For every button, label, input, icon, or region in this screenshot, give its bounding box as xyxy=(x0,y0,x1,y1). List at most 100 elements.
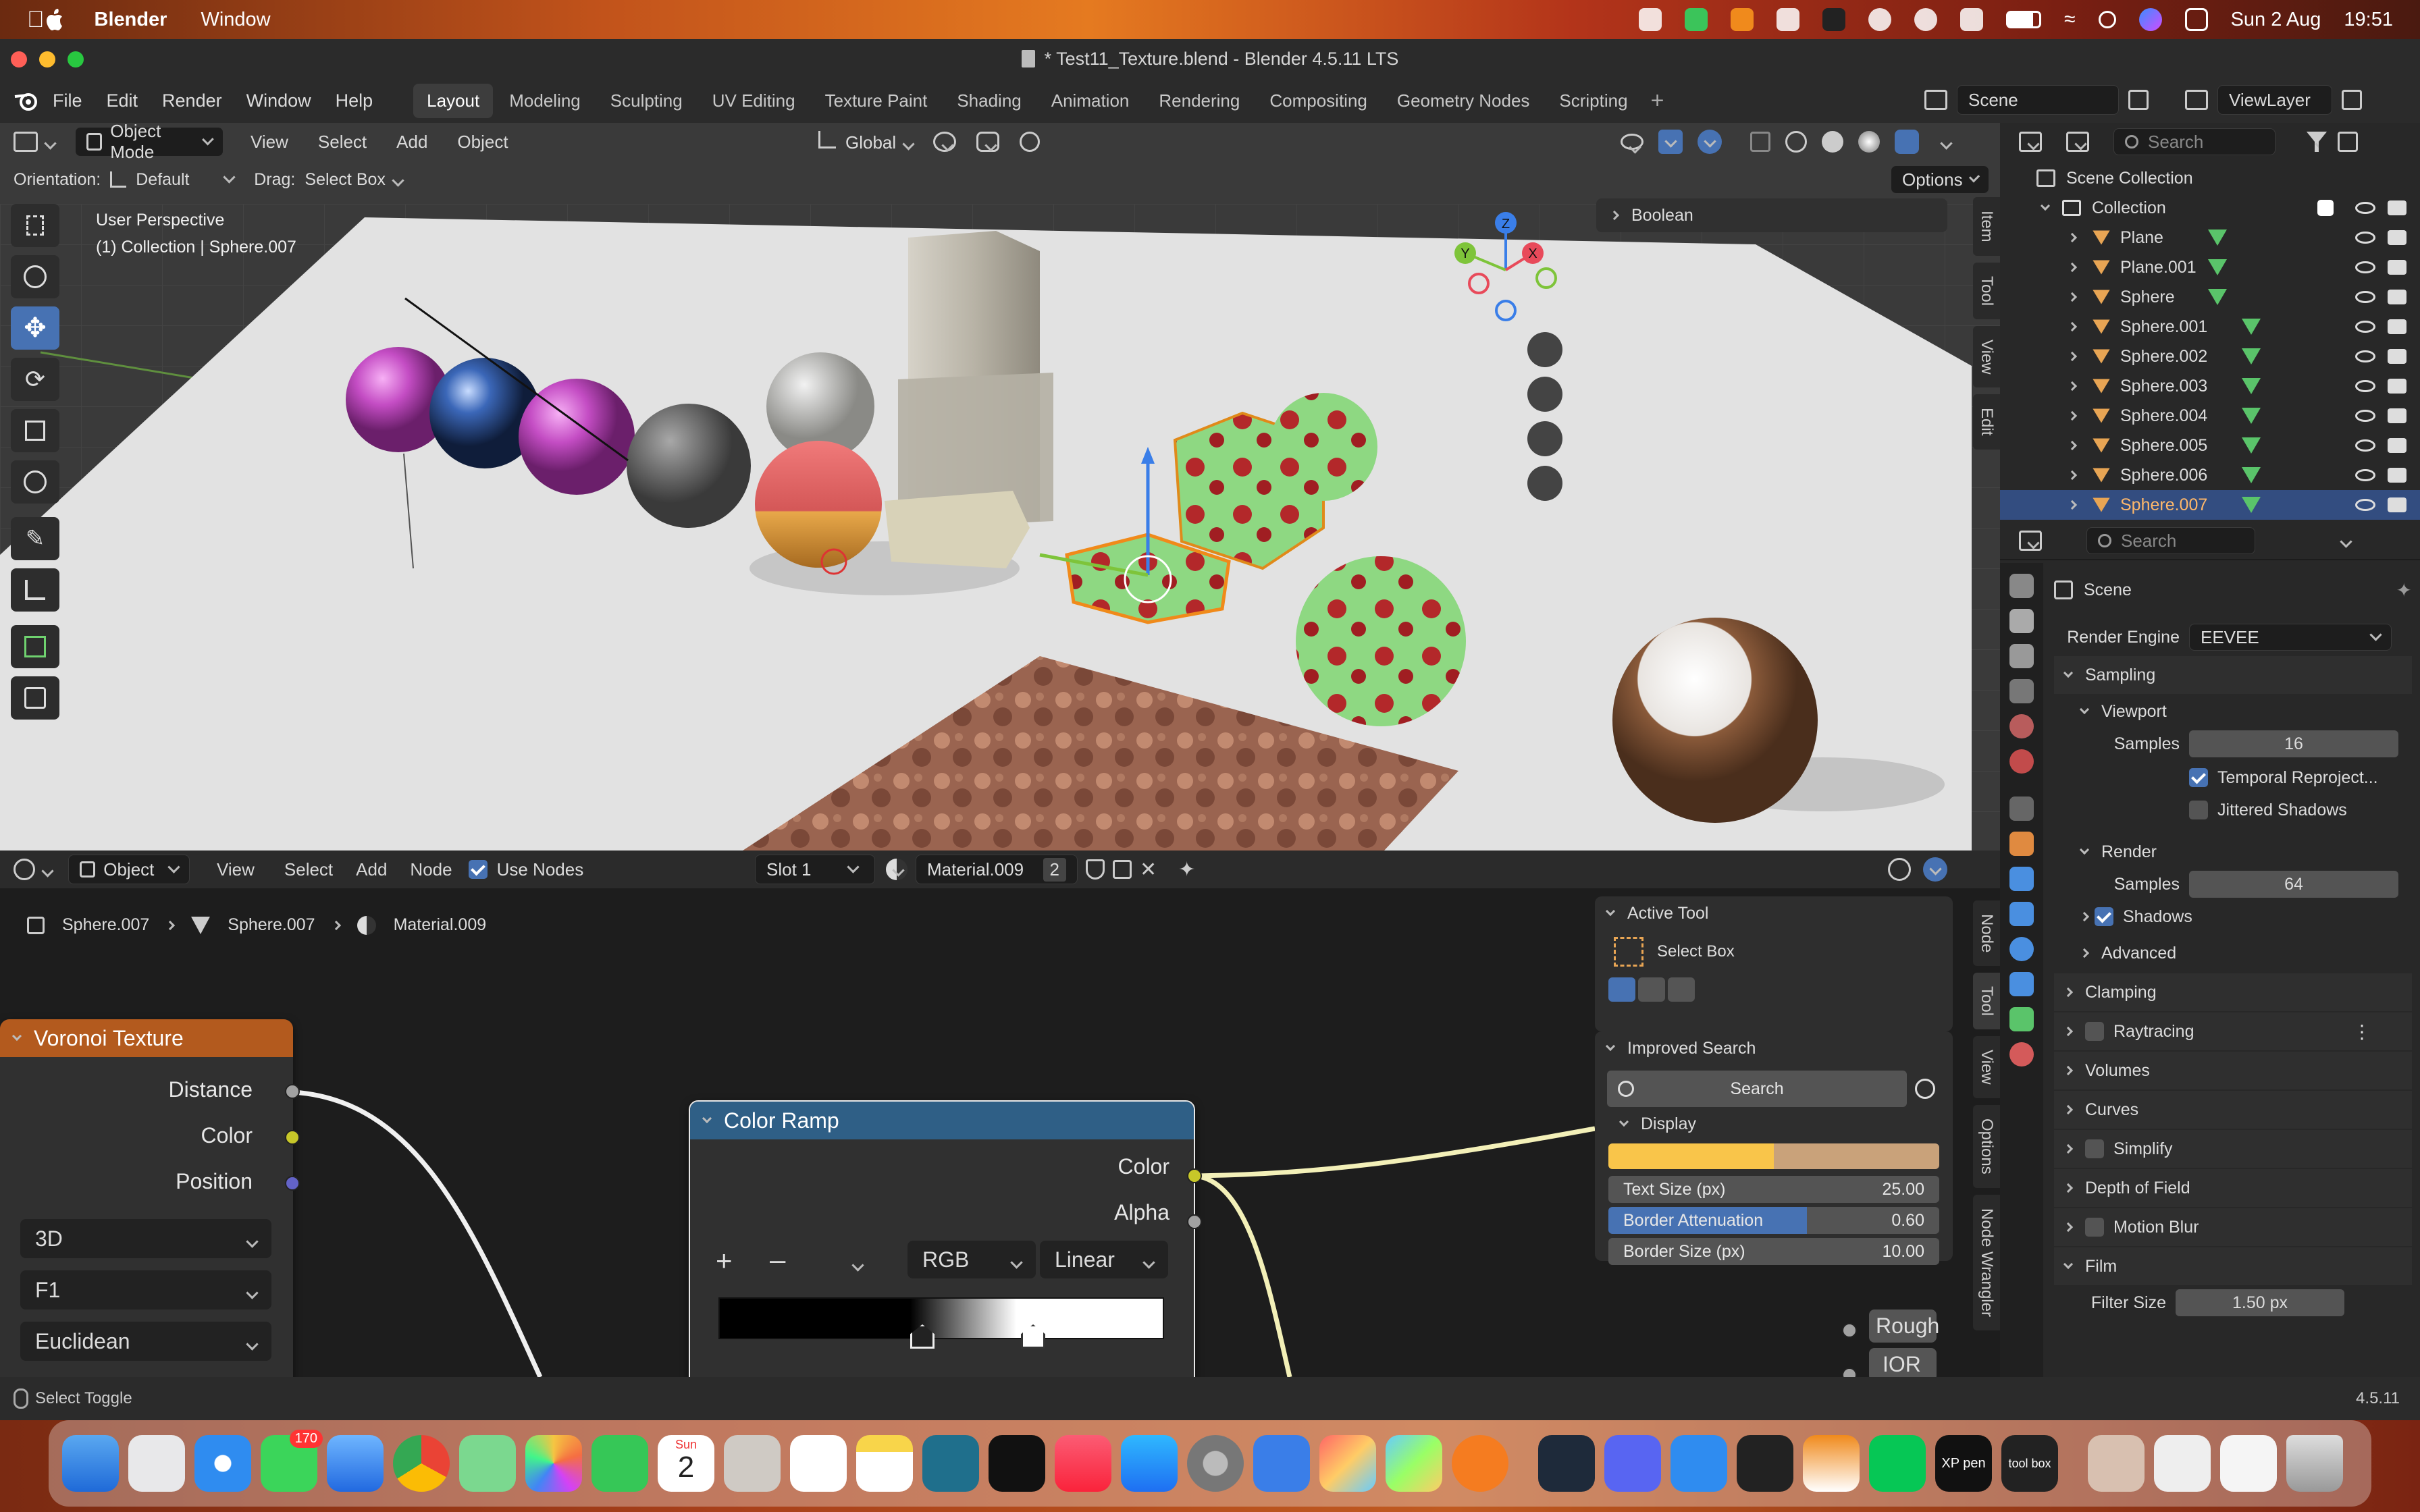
simplify-panel[interactable]: Simplify xyxy=(2054,1130,2412,1168)
colorramp-collapse-icon[interactable] xyxy=(702,1113,712,1124)
render-samples-field[interactable]: 64 xyxy=(2189,871,2398,898)
shadows-checkbox[interactable] xyxy=(2095,907,2113,926)
mesh-data-icon[interactable] xyxy=(2242,319,2261,335)
trash-icon[interactable] xyxy=(2286,1435,2343,1492)
tab-item[interactable]: Item xyxy=(1973,197,2000,256)
shader-node-editor[interactable]: Object View Select Add Node Use Nodes Sl… xyxy=(0,850,2000,1377)
recent-file-icon-1[interactable] xyxy=(2088,1435,2145,1492)
maps-app-icon[interactable] xyxy=(459,1435,516,1492)
breadcrumb-mesh[interactable]: Sphere.007 xyxy=(228,915,315,935)
material-props-icon[interactable] xyxy=(2009,1042,2034,1066)
mac-time[interactable]: 19:51 xyxy=(2344,9,2393,31)
zoom-icon[interactable] xyxy=(1527,332,1562,367)
render-toggle-icon[interactable] xyxy=(2388,379,2406,394)
tab-shading[interactable]: Shading xyxy=(943,84,1034,118)
wifi-icon[interactable]: ≈ xyxy=(2064,8,2075,31)
display-color-swatch[interactable] xyxy=(1608,1143,1939,1169)
outliner-item[interactable]: Sphere.002 xyxy=(2000,342,2420,371)
outliner-item[interactable]: Sphere.005 xyxy=(2000,431,2420,460)
tab-rendering[interactable]: Rendering xyxy=(1145,84,1253,118)
calendar-app-icon[interactable]: Sun 2 xyxy=(658,1435,714,1492)
input-a-icon[interactable] xyxy=(1960,8,1984,31)
snow-sphere[interactable] xyxy=(1612,618,1818,823)
select-subtract-icon[interactable] xyxy=(1668,977,1695,1002)
select-box-tool[interactable] xyxy=(11,204,59,247)
clamping-panel[interactable]: Clamping xyxy=(2054,973,2412,1011)
outliner-display-mode-icon[interactable] xyxy=(2066,132,2089,152)
add-workspace-icon[interactable]: + xyxy=(1651,88,1664,114)
render-toggle-icon[interactable] xyxy=(2388,468,2406,483)
recent-file-icon-3[interactable] xyxy=(2220,1435,2277,1492)
mac-menu-window[interactable]: Window xyxy=(201,9,270,31)
motion-blur-panel[interactable]: Motion Blur xyxy=(2054,1208,2412,1246)
item-expand-icon[interactable] xyxy=(2067,500,2078,510)
item-expand-icon[interactable] xyxy=(2067,292,2078,302)
shear-tool[interactable] xyxy=(11,676,59,720)
mesh-data-icon[interactable] xyxy=(2242,348,2261,364)
visibility-icon[interactable] xyxy=(1621,134,1643,150)
remove-stop-icon[interactable]: – xyxy=(770,1243,785,1276)
facetime-app-icon[interactable] xyxy=(591,1435,648,1492)
modifier-props-icon[interactable] xyxy=(2009,867,2034,891)
advanced-subpanel[interactable]: Advanced xyxy=(2054,934,2412,972)
outliner-editor-type-icon[interactable] xyxy=(2019,132,2042,152)
tab-geometry-nodes[interactable]: Geometry Nodes xyxy=(1384,84,1544,118)
history-icon[interactable] xyxy=(1914,8,1938,31)
collection-render-icon[interactable] xyxy=(2388,200,2406,215)
app-store-icon[interactable] xyxy=(1121,1435,1178,1492)
voronoi-texture-node[interactable]: Voronoi Texture Distance Color Position … xyxy=(0,1019,293,1377)
output-props-icon[interactable] xyxy=(2009,644,2034,668)
collection-expand-icon[interactable] xyxy=(2040,200,2051,211)
chrome-app-icon[interactable] xyxy=(393,1435,450,1492)
item-expand-icon[interactable] xyxy=(2067,262,2078,273)
duplicate-material-icon[interactable] xyxy=(1113,860,1132,879)
contacts-app-icon[interactable] xyxy=(724,1435,781,1492)
depth-of-field-panel[interactable]: Depth of Field xyxy=(2054,1169,2412,1207)
outliner-item[interactable]: Sphere.004 xyxy=(2000,401,2420,431)
menu-edit[interactable]: Edit xyxy=(107,90,138,111)
ne-tab-tool[interactable]: Tool xyxy=(1973,973,2000,1030)
proportional-edit-icon[interactable] xyxy=(1020,132,1041,152)
notes-app-icon[interactable] xyxy=(856,1435,913,1492)
scene-icon[interactable] xyxy=(1924,90,1947,110)
render-toggle-icon[interactable] xyxy=(2388,290,2406,304)
outliner-item[interactable]: Sphere.001 xyxy=(2000,312,2420,342)
display-icon[interactable] xyxy=(1777,8,1800,31)
mac-app-name[interactable]: Blender xyxy=(95,9,167,31)
transform-orientation-dropdown[interactable]: Global xyxy=(818,130,913,153)
utility-app-icon[interactable] xyxy=(1737,1435,1793,1492)
material-users[interactable]: 2 xyxy=(1043,857,1066,882)
socket-color[interactable] xyxy=(285,1130,300,1145)
temporal-reprojection-checkbox[interactable] xyxy=(2189,768,2208,787)
scene-props-icon[interactable] xyxy=(2009,714,2034,738)
socket-distance[interactable] xyxy=(285,1084,300,1099)
siri-icon[interactable] xyxy=(2138,8,2162,31)
ne-menu-view[interactable]: View xyxy=(217,859,255,880)
fake-user-icon[interactable] xyxy=(1086,859,1105,880)
vp-menu-select[interactable]: Select xyxy=(318,132,367,153)
iphone-mirroring-icon[interactable] xyxy=(1253,1435,1310,1492)
ne-snap-icon[interactable] xyxy=(1888,858,1911,881)
outliner-item[interactable]: Plane xyxy=(2000,223,2420,252)
vlc-icon[interactable] xyxy=(1731,8,1754,31)
spotted-sphere-front[interactable] xyxy=(1296,556,1466,726)
add-stop-icon[interactable]: + xyxy=(716,1245,733,1277)
overlay-toggle-icon[interactable] xyxy=(1698,130,1722,154)
visibility-icon[interactable] xyxy=(2355,469,2375,481)
quicktime-app-icon[interactable] xyxy=(1671,1435,1727,1492)
tab-tool[interactable]: Tool xyxy=(1973,262,2000,319)
tab-compositing[interactable]: Compositing xyxy=(1256,84,1381,118)
visibility-icon[interactable] xyxy=(2355,291,2375,303)
blender-logo-icon[interactable] xyxy=(14,88,38,113)
properties-search[interactable]: Search xyxy=(2086,527,2255,554)
color-mode-dropdown[interactable]: RGB xyxy=(908,1241,1036,1278)
mesh-data-icon[interactable] xyxy=(2208,259,2227,275)
collection-props-icon[interactable] xyxy=(2009,796,2034,821)
active-tool-header[interactable]: Active Tool xyxy=(1595,896,1953,930)
outliner-filter-icon[interactable] xyxy=(2307,132,2327,152)
ne-menu-add[interactable]: Add xyxy=(356,859,387,880)
mac-date[interactable]: Sun 2 Aug xyxy=(2231,9,2321,31)
visibility-icon[interactable] xyxy=(2355,380,2375,392)
dbngin-app-icon[interactable] xyxy=(1538,1435,1595,1492)
rock-block[interactable] xyxy=(885,491,1030,568)
